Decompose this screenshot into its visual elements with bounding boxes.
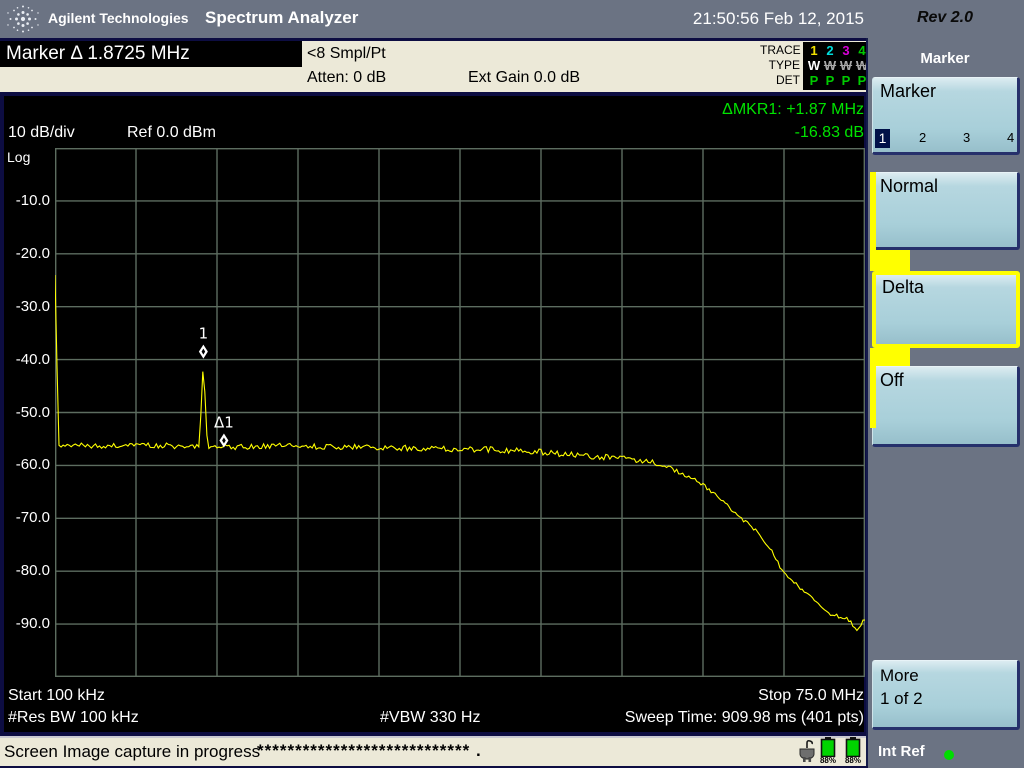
y-axis-label: -30.0 xyxy=(15,297,50,315)
softkey-group-highlight-connector-bottom xyxy=(870,348,910,366)
y-axis-label: -40.0 xyxy=(15,350,50,368)
softkey-off-label: Off xyxy=(880,370,904,390)
softkey-group-highlight-strip-normal xyxy=(870,172,876,250)
stop-freq-label: Stop 75.0 MHz xyxy=(758,687,864,704)
delta-marker-ampl-readout: -16.83 dB xyxy=(794,124,864,141)
start-freq-label: Start 100 kHz xyxy=(8,687,105,704)
trace-type-3: W xyxy=(839,58,853,73)
marker-option-3[interactable]: 3 xyxy=(963,130,970,145)
ac-power-plug-icon xyxy=(799,739,815,762)
datetime-readout: 21:50:56 Feb 12, 2015 xyxy=(692,9,864,28)
trace-det-1: P xyxy=(809,73,819,88)
softkey-menu-title: Marker xyxy=(920,50,970,67)
softkey-marker-select[interactable]: Marker 1 2 3 4 xyxy=(872,77,1020,155)
trace-table-labels: TRACE TYPE DET xyxy=(760,43,801,88)
softkey-more-label: More xyxy=(880,666,919,685)
softkey-delta[interactable]: Delta xyxy=(872,271,1020,348)
softkey-delta-label: Delta xyxy=(882,277,925,297)
int-ref-label: Int Ref xyxy=(878,743,925,760)
softkey-off[interactable]: Off xyxy=(872,366,1020,447)
softkey-more-page: 1 of 2 xyxy=(880,689,923,708)
y-axis-label: -60.0 xyxy=(15,456,50,474)
ref-level-label: Ref 0.0 dBm xyxy=(127,124,216,141)
trace-type-row: WWWW xyxy=(803,58,868,73)
y-axis-label: -20.0 xyxy=(15,244,50,262)
trace-num-3: 3 xyxy=(842,43,850,58)
svg-text:Δ1: Δ1 xyxy=(214,413,234,431)
marker-option-1-selected[interactable]: 1 xyxy=(875,129,890,148)
status-message: Screen Image capture in progress xyxy=(4,742,261,761)
int-ref-status-led xyxy=(944,750,954,760)
softkey-more[interactable]: More 1 of 2 xyxy=(872,660,1020,730)
trace-num-2: 2 xyxy=(826,43,834,58)
softkey-group-highlight-connector-top xyxy=(870,250,910,271)
agilent-spark-logo xyxy=(7,5,39,33)
y-axis-label: -10.0 xyxy=(15,191,50,209)
log-scale-label: Log xyxy=(7,149,31,165)
det-row-label: DET xyxy=(776,73,800,87)
status-progress-indicator: **************************** . xyxy=(257,741,482,760)
ext-gain-readout: Ext Gain 0.0 dB xyxy=(468,69,581,86)
active-function-readout: Marker Δ 1.8725 MHz xyxy=(0,41,302,67)
marker-number-options: 1 2 3 4 xyxy=(873,129,1019,149)
svg-text:1: 1 xyxy=(199,325,209,343)
trace-det-row: PPPP xyxy=(803,73,868,88)
app-title: Spectrum Analyzer xyxy=(205,8,359,27)
res-bw-label: #Res BW 100 kHz xyxy=(8,709,139,726)
trace-det-2: P xyxy=(825,73,835,88)
y-axis-label: -90.0 xyxy=(15,615,50,633)
video-bw-label: #VBW 330 Hz xyxy=(380,709,481,726)
trace-type-2: W xyxy=(823,58,837,73)
brand-name: Agilent Technologies xyxy=(48,10,189,26)
type-row-label: TYPE xyxy=(768,58,800,72)
marker-option-4[interactable]: 4 xyxy=(1007,130,1014,145)
spectrum-graticule-and-trace: 1 Δ1 xyxy=(55,148,865,677)
marker-option-2[interactable]: 2 xyxy=(919,130,926,145)
battery2-percent: 88% xyxy=(844,756,861,765)
y-axis-label: -80.0 xyxy=(15,562,50,580)
trace-num-1: 1 xyxy=(810,43,818,58)
scale-per-div-label: 10 dB/div xyxy=(8,124,75,141)
softkey-normal[interactable]: Normal xyxy=(872,172,1020,250)
battery1-percent: 88% xyxy=(819,756,836,765)
battery2-icon xyxy=(845,737,861,757)
softkey-group-highlight-strip-off xyxy=(870,366,876,428)
trace-row-label: TRACE xyxy=(760,43,801,57)
delta-marker-freq-readout: ΔMKR1: +1.87 MHz xyxy=(722,101,864,118)
attenuation-readout: Atten: 0 dB xyxy=(307,69,387,86)
sample-per-point-readout: <8 Smpl/Pt xyxy=(307,45,386,62)
y-axis-label: -50.0 xyxy=(15,403,50,421)
softkey-marker-select-label: Marker xyxy=(880,81,937,101)
battery1-icon xyxy=(820,737,836,757)
trace-type-1: W xyxy=(807,58,821,73)
y-axis-label: -70.0 xyxy=(15,509,50,527)
firmware-rev: Rev 2.0 xyxy=(916,9,974,26)
softkey-normal-label: Normal xyxy=(880,176,939,196)
sweep-time-label: Sweep Time: 909.98 ms (401 pts) xyxy=(624,709,864,726)
trace-det-3: P xyxy=(841,73,851,88)
trace-table-values: 1234 WWWW PPPP xyxy=(803,42,868,90)
trace-number-row: 1234 xyxy=(803,43,868,58)
